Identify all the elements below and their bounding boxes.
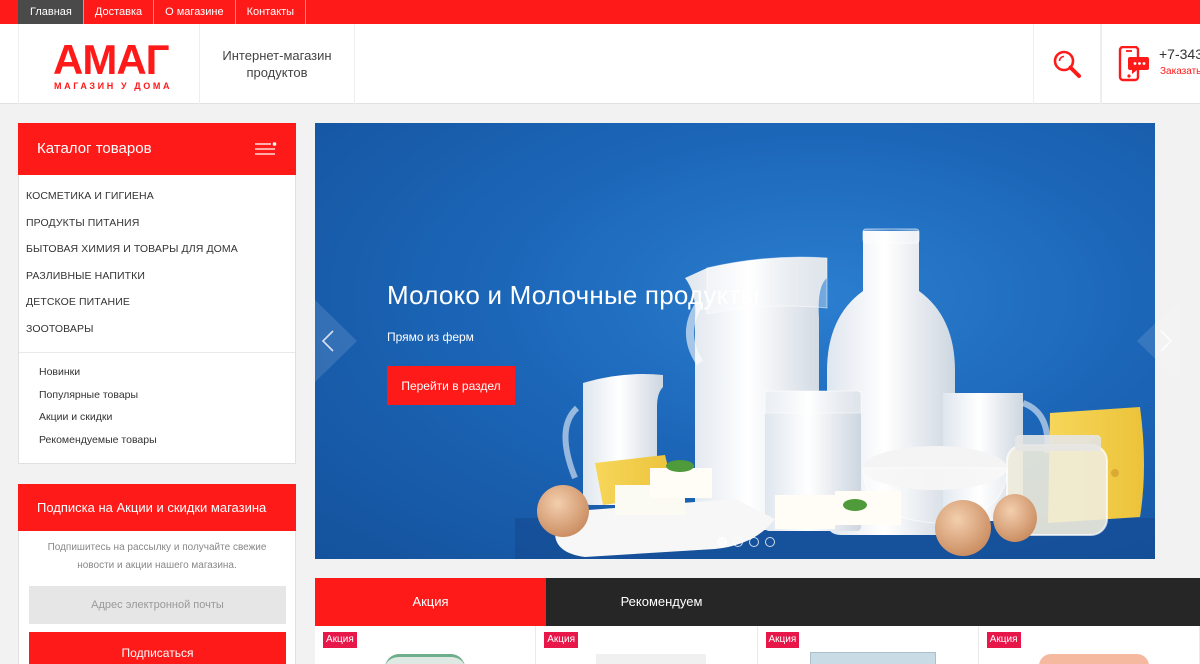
callback-link[interactable]: Заказать [1160,66,1200,77]
sublink-sales[interactable]: Акции и скидки [19,406,295,429]
search-icon [1053,50,1081,78]
sale-badge: Акция [323,632,357,648]
tab-recommended[interactable]: Рекомендуем [546,578,777,626]
product-grid: Акция Акция Акция Акция [315,626,1200,664]
product-image [385,654,465,664]
tab-sale[interactable]: Акция [315,578,546,626]
menu-icon[interactable] [255,142,277,156]
email-field[interactable] [29,586,286,624]
phone-chat-icon[interactable] [1118,45,1150,87]
sublink-popular[interactable]: Популярные товары [19,384,295,407]
divider [19,352,295,353]
slider-dot[interactable] [733,537,743,547]
sublink-recommended[interactable]: Рекомендуемые товары [19,429,295,452]
nav-contacts[interactable]: Контакты [234,0,307,24]
product-card[interactable]: Акция [979,626,1200,664]
subscribe-title: Подписка на Акции и скидки магазина [18,484,296,531]
subscribe-button[interactable]: Подписаться [29,632,286,664]
sublink-list: Новинки Популярные товары Акции и скидки… [19,361,295,451]
slider-dot[interactable] [749,537,759,547]
product-image [596,654,707,664]
subscribe-panel: Подписка на Акции и скидки магазина Подп… [18,484,296,664]
go-to-section-button[interactable]: Перейти в раздел [387,366,515,405]
product-image [809,652,936,664]
catalog-title: Каталог товаров [37,140,152,157]
site-tagline: Интернет-магазин продуктов [200,24,355,104]
sale-badge: Акция [544,632,579,648]
slider-dot[interactable] [717,537,727,547]
slider-dot[interactable] [765,537,775,547]
nav-home[interactable]: Главная [18,0,83,24]
logo-text: АМАГ [53,36,169,83]
category-drinks[interactable]: РАЗЛИВНЫЕ НАПИТКИ [19,263,295,290]
site-header: АМАГ МАГАЗИН У ДОМА Интернет-магазин про… [0,24,1200,104]
phone-number[interactable]: +7-343 [1159,46,1200,62]
product-card[interactable]: Акция [536,626,758,664]
category-baby-food[interactable]: ДЕТСКОЕ ПИТАНИЕ [19,289,295,316]
logo-subtitle: МАГАЗИН У ДОМА [54,81,173,91]
top-bar: Главная Доставка О магазине Контакты [0,0,1200,24]
slider-prev-arrow-icon[interactable] [315,300,359,382]
sublink-new[interactable]: Новинки [19,361,295,384]
category-list: КОСМЕТИКА И ГИГИЕНА ПРОДУКТЫ ПИТАНИЯ БЫТ… [19,175,295,342]
nav-about[interactable]: О магазине [153,0,234,24]
hero-banner[interactable]: Молоко и Молочные продукты Прямо из ферм… [315,123,1155,559]
sale-badge: Акция [765,632,800,648]
banner-subtitle: Прямо из ферм [387,330,474,344]
catalog-header[interactable]: Каталог товаров [18,123,296,175]
catalog-sidebar: Каталог товаров КОСМЕТИКА И ГИГИЕНА ПРОД… [18,123,296,464]
top-nav: Главная Доставка О магазине Контакты [18,0,307,24]
nav-delivery[interactable]: Доставка [82,0,153,24]
subscribe-text: Подпишитесь на рассылку и получайте свеж… [47,542,267,571]
slider-next-arrow-icon[interactable] [1135,300,1179,382]
search-button[interactable] [1033,24,1101,104]
category-cosmetics[interactable]: КОСМЕТИКА И ГИГИЕНА [19,183,295,210]
banner-title: Молоко и Молочные продукты [387,280,760,310]
product-image [1038,654,1149,664]
product-card[interactable]: Акция [315,626,537,664]
slider-dots [717,537,775,547]
sale-badge: Акция [986,632,1021,648]
category-food[interactable]: ПРОДУКТЫ ПИТАНИЯ [19,210,295,237]
logo[interactable]: АМАГ МАГАЗИН У ДОМА [18,24,200,104]
divider [1101,24,1102,104]
product-card[interactable]: Акция [758,626,979,664]
category-pets[interactable]: ЗООТОВАРЫ [19,316,295,343]
product-tabs: Акция Рекомендуем [315,578,1200,626]
category-household[interactable]: БЫТОВАЯ ХИМИЯ И ТОВАРЫ ДЛЯ ДОМА [19,236,295,263]
